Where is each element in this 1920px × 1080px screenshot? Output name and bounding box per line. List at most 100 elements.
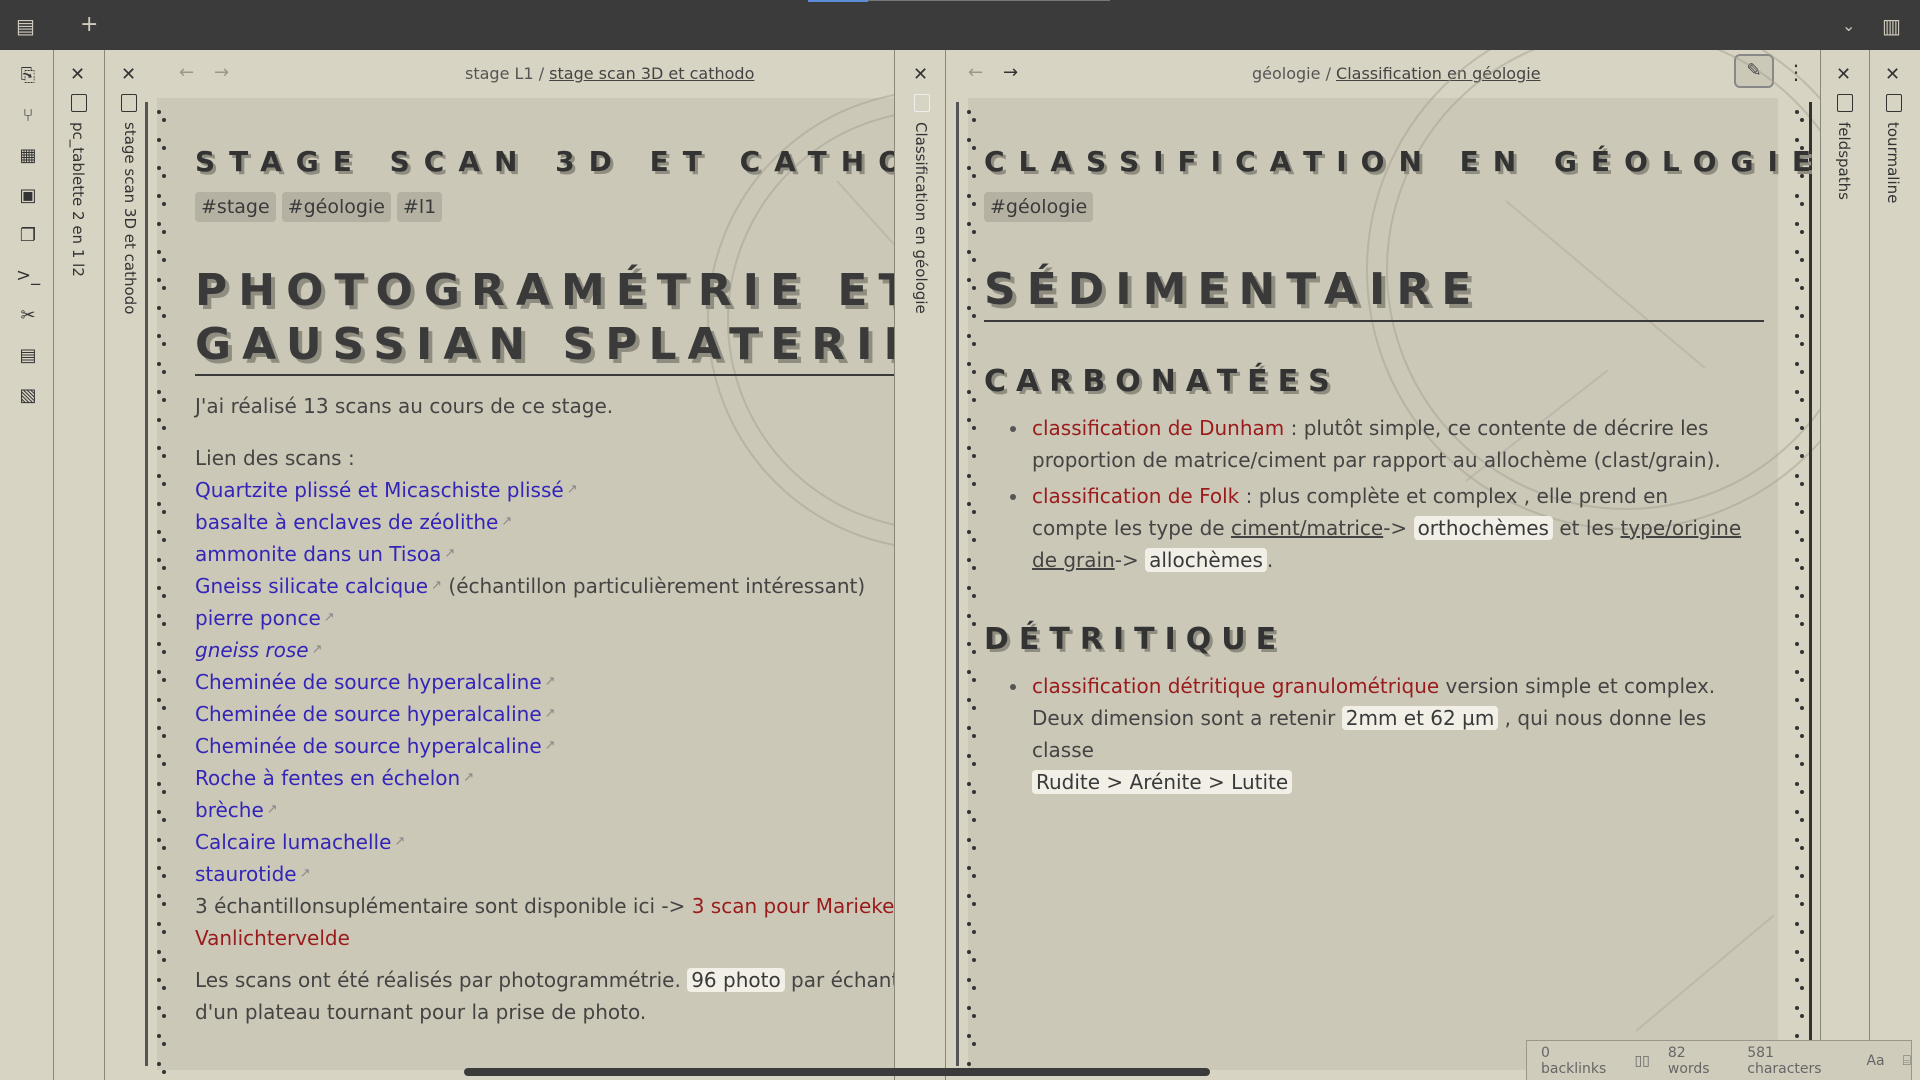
spiral-dot bbox=[157, 978, 161, 982]
spiral-dot bbox=[1795, 950, 1799, 954]
chevron-down-icon[interactable]: ⌄ bbox=[1842, 16, 1855, 35]
graph-view-icon[interactable]: ⑂ bbox=[16, 104, 40, 128]
intro-paragraph: J'ai réalisé 13 scans au cours de ce sta… bbox=[195, 394, 614, 418]
spiral-dot bbox=[157, 950, 161, 954]
horizontal-scrollbar[interactable] bbox=[464, 1068, 1210, 1076]
new-tab-plus-icon[interactable]: + bbox=[80, 12, 98, 37]
spiral-dot bbox=[1800, 118, 1804, 122]
open-quick-switcher-icon[interactable]: ⎘ bbox=[16, 64, 40, 88]
spiral-dot bbox=[1795, 446, 1799, 450]
scan-link[interactable]: Cheminée de source hyperalcaline bbox=[195, 734, 556, 758]
granulometrique-link[interactable]: classification détritique granulométriqu… bbox=[1032, 674, 1439, 698]
copy-icon[interactable]: ❐ bbox=[16, 224, 40, 248]
spiral-dot bbox=[1800, 846, 1804, 850]
stacked-tab-pc-tablette[interactable]: ✕ pc_tablette 2 en 1 l2 bbox=[55, 50, 105, 1080]
tag-l1[interactable]: #l1 bbox=[396, 192, 443, 222]
spiral-dot bbox=[162, 762, 166, 766]
spiral-dot bbox=[1800, 986, 1804, 990]
book-icon[interactable]: ▯▯ bbox=[1634, 1053, 1649, 1069]
breadcrumb-parent[interactable]: stage L1 bbox=[465, 64, 534, 83]
sidebar-toggle-icon[interactable]: ▤ bbox=[16, 14, 35, 38]
spiral-dot bbox=[162, 286, 166, 290]
spiral-dot bbox=[162, 874, 166, 878]
spiral-dot bbox=[157, 446, 161, 450]
spiral-dot bbox=[162, 930, 166, 934]
stacked-tab-label[interactable]: pc_tablette 2 en 1 l2 bbox=[69, 122, 87, 277]
sidebar-right-icon[interactable]: ▥ bbox=[1882, 14, 1901, 38]
character-count: 581 characters bbox=[1747, 1044, 1822, 1077]
close-icon[interactable]: ✕ bbox=[70, 64, 85, 85]
scan-link[interactable]: brèche bbox=[195, 798, 278, 822]
font-size-button[interactable]: Aa bbox=[1866, 1053, 1884, 1069]
scan-link[interactable]: basalte à enclaves de zéolithe bbox=[195, 510, 512, 534]
scan-link[interactable]: Cheminée de source hyperalcaline bbox=[195, 702, 556, 726]
custom-plugin-icon[interactable]: ✂ bbox=[16, 304, 40, 328]
spiral-dot bbox=[1795, 726, 1799, 730]
scan-link[interactable]: staurotide bbox=[195, 862, 311, 886]
spiral-dot bbox=[162, 202, 166, 206]
marieke-link[interactable]: 3 scan pour Marieke bbox=[692, 894, 894, 918]
binding-line-right bbox=[1809, 102, 1812, 1066]
folk-link[interactable]: classification de Folk bbox=[1032, 484, 1239, 508]
spiral-dot bbox=[162, 566, 166, 570]
spiral-dot bbox=[1800, 398, 1804, 402]
dunham-link[interactable]: classification de Dunham bbox=[1032, 416, 1284, 440]
daily-note-icon[interactable]: ▣ bbox=[16, 184, 40, 208]
spiral-dot bbox=[1795, 530, 1799, 534]
spiral-dot bbox=[1800, 258, 1804, 262]
scan-link[interactable]: ammonite dans un Tisoa bbox=[195, 542, 455, 566]
spiral-dot bbox=[157, 418, 161, 422]
close-icon[interactable]: ✕ bbox=[121, 64, 136, 85]
stacked-tab-tourmaline[interactable]: ✕ tourmaline bbox=[1870, 50, 1920, 1080]
close-icon[interactable]: ✕ bbox=[1885, 64, 1900, 85]
close-icon[interactable]: ✕ bbox=[1836, 64, 1851, 85]
backlinks-count[interactable]: 0 backlinks bbox=[1541, 1045, 1616, 1077]
scan-link[interactable]: Cheminée de source hyperalcaline bbox=[195, 670, 556, 694]
spiral-dot bbox=[1795, 642, 1799, 646]
spiral-dot bbox=[972, 1042, 976, 1046]
tag-stage[interactable]: #stage bbox=[195, 192, 276, 222]
spiral-dot bbox=[162, 426, 166, 430]
stacked-tab-label[interactable]: tourmaline bbox=[1884, 122, 1902, 203]
spiral-dot bbox=[1795, 502, 1799, 506]
scan-link[interactable]: Calcaire lumachelle bbox=[195, 830, 405, 854]
scan-link[interactable]: Gneiss silicate calcique bbox=[195, 574, 442, 598]
tag-geologie[interactable]: #géologie bbox=[984, 192, 1094, 222]
canvas-icon[interactable]: ▦ bbox=[16, 144, 40, 168]
spiral-dot bbox=[157, 670, 161, 674]
document-icon bbox=[71, 94, 87, 112]
marieke-link-cont[interactable]: Vanlichtervelde bbox=[195, 926, 350, 950]
spiral-dot bbox=[1800, 902, 1804, 906]
ciment-matrice-link[interactable]: ciment/matrice bbox=[1231, 516, 1383, 540]
detritique-list: classification détritique granulométriqu… bbox=[984, 670, 1744, 798]
list-item-folk: classification de Folk : plus complète e… bbox=[984, 480, 1744, 576]
nav-forward-icon[interactable]: → bbox=[214, 62, 229, 83]
spiral-dot bbox=[972, 482, 976, 486]
scan-link[interactable]: gneiss rose bbox=[195, 638, 323, 662]
spiral-dot bbox=[162, 650, 166, 654]
nav-back-icon[interactable]: ← bbox=[968, 62, 983, 83]
sync-icon[interactable]: ⌸ bbox=[1903, 1053, 1911, 1069]
nav-back-icon[interactable]: ← bbox=[179, 62, 194, 83]
stacked-tab-label[interactable]: feldspaths bbox=[1835, 122, 1853, 200]
spiral-dot bbox=[967, 166, 971, 170]
spiral-dot bbox=[967, 838, 971, 842]
method-paragraph: Les scans ont été réalisés par photogram… bbox=[195, 964, 894, 996]
title-bar: ▤ + ⌄ ▥ bbox=[0, 0, 1920, 50]
breadcrumb-current[interactable]: stage scan 3D et cathodo bbox=[549, 64, 754, 83]
tag-geologie[interactable]: #géologie bbox=[281, 192, 391, 222]
stacked-tab-label[interactable]: Classification en géologie bbox=[912, 122, 930, 314]
close-icon[interactable]: ✕ bbox=[913, 64, 928, 85]
scan-link[interactable]: Roche à fentes en échelon bbox=[195, 766, 474, 790]
breadcrumb-parent[interactable]: géologie bbox=[1252, 64, 1320, 83]
spiral-dot bbox=[967, 810, 971, 814]
terminal-icon[interactable]: >_ bbox=[16, 264, 40, 288]
nav-forward-icon[interactable]: → bbox=[1003, 62, 1018, 83]
stacked-tab-classification[interactable]: ✕ Classification en géologie bbox=[894, 50, 946, 1080]
calendar-icon[interactable]: ▤ bbox=[16, 344, 40, 368]
template-icon[interactable]: ▧ bbox=[16, 384, 40, 408]
scan-link[interactable]: pierre ponce bbox=[195, 606, 335, 630]
spiral-dot bbox=[972, 902, 976, 906]
stacked-tab-feldspaths[interactable]: ✕ feldspaths bbox=[1820, 50, 1870, 1080]
scan-link[interactable]: Quartzite plissé et Micaschiste plissé bbox=[195, 478, 578, 502]
